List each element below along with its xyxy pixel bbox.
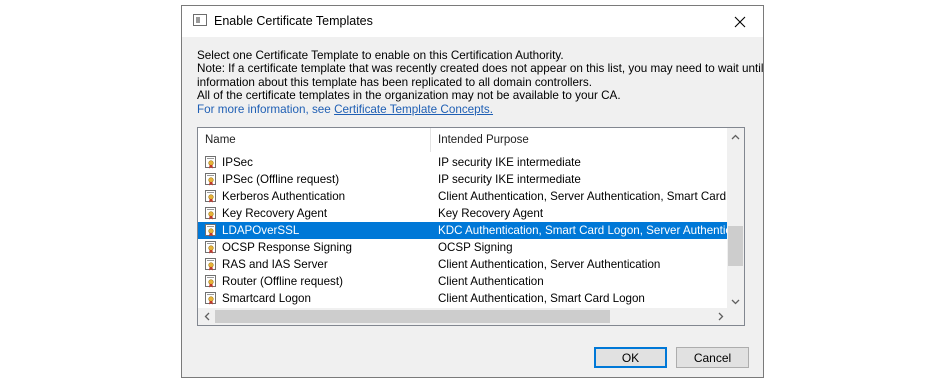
instructions: Select one Certificate Template to enabl… <box>197 49 764 116</box>
column-header-name[interactable]: Name <box>198 128 431 152</box>
chevron-right-icon <box>718 312 723 321</box>
list-item[interactable]: Smartcard Logon Client Authentication, Sm… <box>198 290 729 307</box>
close-icon <box>734 16 746 27</box>
certificate-template-icon <box>205 190 216 203</box>
list-rows: IPSec IP security IKE intermediate IPSec (… <box>198 154 729 313</box>
template-intended-purpose: OCSP Signing <box>438 241 513 254</box>
horizontal-scrollbar[interactable] <box>198 308 729 325</box>
list-item[interactable]: Key Recovery Agent Key Recovery Agent <box>198 205 729 222</box>
template-intended-purpose: KDC Authentication, Smart Card Logon, Se… <box>438 224 728 237</box>
template-name: Kerberos Authentication <box>222 190 346 203</box>
template-name: IPSec <box>222 156 253 169</box>
certificate-template-icon <box>205 207 216 220</box>
certificate-template-icon <box>205 275 216 288</box>
list-item[interactable]: IPSec (Offline request) IP security IKE i… <box>198 171 729 188</box>
horizontal-scroll-thumb[interactable] <box>215 310 610 323</box>
certificate-template-icon <box>205 258 216 271</box>
template-name: RAS and IAS Server <box>222 258 328 271</box>
instruction-line-3: information about this template has been… <box>197 75 593 89</box>
more-info-line: For more information, see Certificate Te… <box>197 103 757 116</box>
certificate-template-icon <box>205 156 216 169</box>
title-bar[interactable]: Enable Certificate Templates <box>182 6 763 37</box>
list-item[interactable]: Kerberos Authentication Client Authentica… <box>198 188 729 205</box>
template-intended-purpose: Key Recovery Agent <box>438 207 544 220</box>
instruction-line-4: All of the certificate templates in the … <box>197 89 621 103</box>
template-name: LDAPOverSSL <box>222 224 300 237</box>
template-name: OCSP Response Signing <box>222 241 352 254</box>
ok-button[interactable]: OK <box>594 347 667 368</box>
template-name: Smartcard Logon <box>222 292 311 305</box>
dialog-title: Enable Certificate Templates <box>214 14 373 28</box>
scrollbar-corner <box>727 308 744 325</box>
template-name: Router (Offline request) <box>222 275 343 288</box>
list-item[interactable]: IPSec IP security IKE intermediate <box>198 154 729 171</box>
list-item[interactable]: RAS and IAS Server Client Authentication,… <box>198 256 729 273</box>
template-intended-purpose: IP security IKE intermediate <box>438 173 581 186</box>
list-header: Name Intended Purpose <box>198 128 729 152</box>
template-intended-purpose: Client Authentication, Server Authentica… <box>438 258 661 271</box>
template-name: Key Recovery Agent <box>222 207 328 220</box>
chevron-down-icon <box>731 299 740 304</box>
certificate-template-concepts-link[interactable]: Certificate Template Concepts. <box>334 103 493 116</box>
template-intended-purpose: Client Authentication, Smart Card Logon <box>438 292 645 305</box>
vertical-scroll-thumb[interactable] <box>728 226 743 266</box>
list-item[interactable]: LDAPOverSSL KDC Authentication, Smart Car… <box>198 222 729 239</box>
certificate-template-icon <box>205 241 216 254</box>
list-item[interactable]: Router (Offline request) Client Authentic… <box>198 273 729 290</box>
more-info-prefix: For more information, see <box>197 102 335 116</box>
certificate-template-icon <box>205 292 216 305</box>
template-intended-purpose: Client Authentication <box>438 275 544 288</box>
window-icon <box>193 14 207 26</box>
column-header-intended-purpose[interactable]: Intended Purpose <box>431 128 729 152</box>
list-item[interactable]: OCSP Response Signing OCSP Signing <box>198 239 729 256</box>
instruction-line-1: Select one Certificate Template to enabl… <box>197 49 564 62</box>
scroll-up-button[interactable] <box>727 128 744 145</box>
enable-certificate-templates-dialog: Enable Certificate Templates Select one … <box>181 5 764 378</box>
certificate-template-icon <box>205 173 216 186</box>
chevron-left-icon <box>204 312 209 321</box>
template-name: IPSec (Offline request) <box>222 173 340 186</box>
template-intended-purpose: Client Authentication, Server Authentica… <box>438 190 728 203</box>
cancel-button[interactable]: Cancel <box>676 347 749 368</box>
instruction-line-2: Note: If a certificate template that was… <box>197 62 764 76</box>
chevron-up-icon <box>731 134 740 139</box>
certificate-template-list[interactable]: Name Intended Purpose IPSec IP security I… <box>197 127 745 326</box>
scroll-left-button[interactable] <box>198 308 215 325</box>
template-intended-purpose: IP security IKE intermediate <box>438 156 581 169</box>
certificate-template-icon <box>205 224 216 237</box>
vertical-scrollbar[interactable] <box>727 128 744 310</box>
close-button[interactable] <box>717 6 763 37</box>
